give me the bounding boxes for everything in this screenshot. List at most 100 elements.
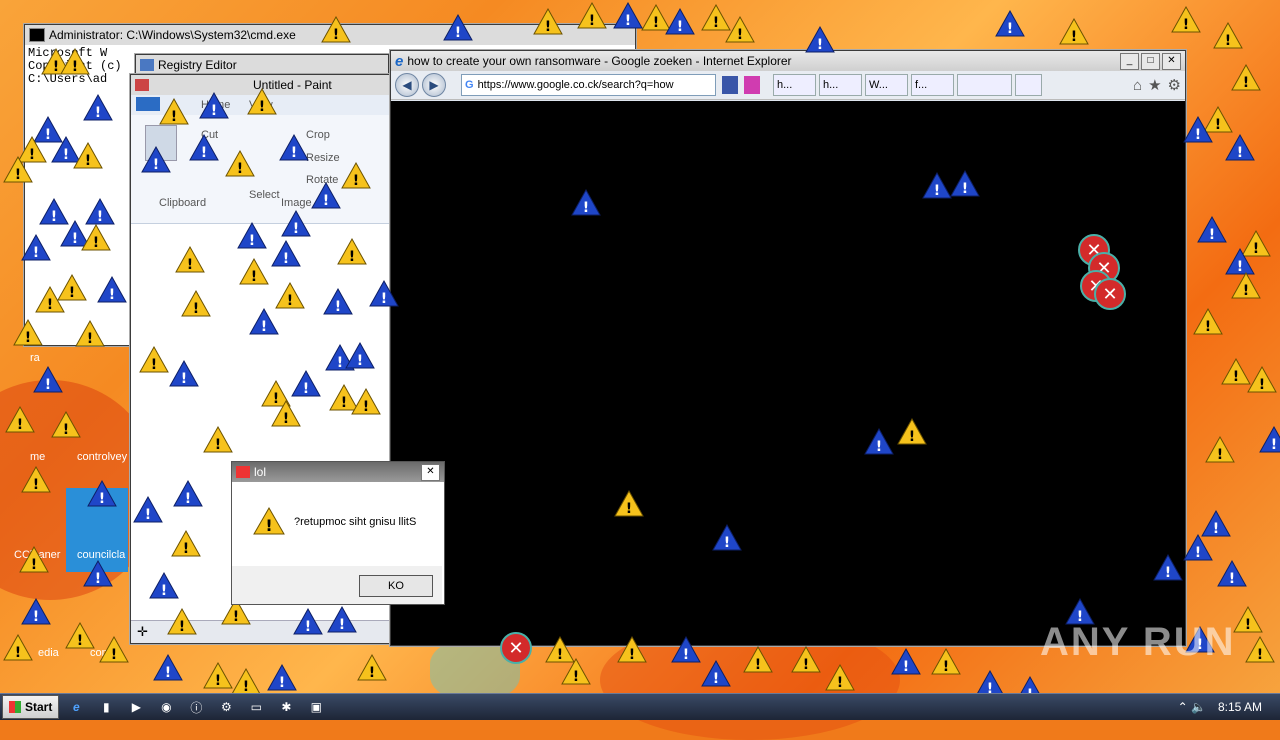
- ie-titlebar[interactable]: e how to create your own ransomware - Go…: [391, 51, 1185, 71]
- taskbar-cmd-icon[interactable]: ▭: [243, 696, 269, 718]
- svg-text:!: !: [283, 411, 289, 427]
- svg-text:!: !: [545, 19, 551, 35]
- svg-text:!: !: [1257, 647, 1263, 663]
- warning-icon: !: [443, 14, 473, 41]
- browser-tab-active[interactable]: [957, 74, 1012, 96]
- maximize-button[interactable]: □: [1141, 52, 1160, 70]
- warning-icon: !: [1245, 636, 1275, 663]
- warning-icon: !: [83, 94, 113, 121]
- warning-icon: !: [561, 658, 591, 685]
- warning-icon: !: [51, 411, 81, 438]
- dialog-titlebar[interactable]: lol ✕: [232, 462, 444, 482]
- clock[interactable]: 8:15 AM: [1218, 700, 1262, 714]
- browser-tab[interactable]: h...: [819, 74, 862, 96]
- forward-button[interactable]: ▶: [422, 73, 446, 97]
- dialog-app-icon: [236, 466, 250, 478]
- google-icon: G: [465, 79, 474, 91]
- tab-label: W...: [869, 79, 888, 91]
- error-icon: ✕: [1094, 278, 1126, 310]
- svg-text:!: !: [903, 659, 909, 675]
- warning-icon: !: [1059, 18, 1089, 45]
- taskbar-ie-icon[interactable]: e: [63, 696, 89, 718]
- warning-icon: !: [203, 662, 233, 689]
- warning-icon: !: [337, 238, 367, 265]
- new-tab-button[interactable]: [1015, 74, 1042, 96]
- ok-button-label: KO: [388, 580, 404, 592]
- warning-icon: !: [271, 240, 301, 267]
- svg-text:!: !: [1209, 227, 1215, 243]
- back-button[interactable]: ◀: [395, 73, 419, 97]
- warning-icon: !: [35, 286, 65, 313]
- svg-text:!: !: [45, 377, 51, 393]
- dialog-close-button[interactable]: ✕: [421, 463, 440, 481]
- cursor-position-icon: ✛: [137, 624, 148, 639]
- home-icon[interactable]: ⌂: [1133, 77, 1142, 94]
- taskbar-chrome-icon[interactable]: ◉: [153, 696, 179, 718]
- paint-select[interactable]: Select: [249, 189, 280, 201]
- warning-icon: !: [225, 150, 255, 177]
- favorites-star-icon[interactable]: ★: [1148, 76, 1161, 94]
- warning-icon: !: [351, 388, 381, 415]
- svg-text:!: !: [934, 183, 940, 199]
- desktop-icon-label[interactable]: controlvey: [77, 451, 127, 463]
- svg-text:!: !: [1195, 127, 1201, 143]
- svg-text:!: !: [95, 105, 101, 121]
- desktop-icon-label[interactable]: ra: [30, 352, 40, 364]
- lol-dialog[interactable]: lol ✕ ! ?retupmoc siht gnisu llitS KO: [231, 461, 445, 605]
- start-button[interactable]: Start: [2, 695, 60, 719]
- settings-gear-icon[interactable]: ⚙: [1168, 76, 1181, 94]
- taskbar-explorer-icon[interactable]: ▮: [93, 696, 119, 718]
- address-text: https://www.google.co.ck/search?q=how: [477, 79, 674, 91]
- taskbar-app-icon[interactable]: ✱: [273, 696, 299, 718]
- paint-file-button[interactable]: [136, 97, 160, 111]
- svg-text:!: !: [683, 647, 689, 663]
- warning-icon: !: [1193, 308, 1223, 335]
- browser-tab[interactable]: h...: [773, 74, 816, 96]
- warning-icon: !: [181, 290, 211, 317]
- taskbar-regedit-icon[interactable]: ⚙: [213, 696, 239, 718]
- svg-text:!: !: [171, 109, 177, 125]
- svg-text:!: !: [283, 251, 289, 267]
- regedit-title: Registry Editor: [158, 58, 237, 72]
- svg-text:!: !: [33, 609, 39, 625]
- warning-icon: !: [249, 308, 279, 335]
- svg-text:!: !: [279, 675, 285, 691]
- svg-text:✕: ✕: [1102, 284, 1117, 305]
- svg-text:!: !: [625, 13, 631, 29]
- svg-text:!: !: [111, 647, 117, 663]
- tray-icons[interactable]: ⌃ 🔈: [1178, 700, 1206, 714]
- minimize-button[interactable]: _: [1120, 52, 1139, 70]
- go-arrow-icon[interactable]: [744, 76, 760, 94]
- browser-tab[interactable]: W...: [865, 74, 908, 96]
- paint-crop[interactable]: Crop: [306, 129, 330, 141]
- paint-app-icon: [135, 79, 149, 91]
- ie-content-area[interactable]: [391, 101, 1185, 645]
- svg-text:!: !: [51, 209, 57, 225]
- taskbar-paint-icon[interactable]: ▣: [303, 696, 329, 718]
- taskbar-media-icon[interactable]: ▶: [123, 696, 149, 718]
- ie-window[interactable]: e how to create your own ransomware - Go…: [390, 50, 1186, 646]
- warning-icon: !: [97, 276, 127, 303]
- warning-icon: !: [167, 608, 197, 635]
- ok-button[interactable]: KO: [359, 575, 433, 597]
- desktop-icon-label[interactable]: edia: [38, 647, 59, 659]
- taskbar-app-icon[interactable]: ⓘ: [183, 696, 209, 718]
- svg-text:!: !: [99, 491, 105, 507]
- lock-icon[interactable]: [722, 76, 738, 94]
- warning-icon: !: [341, 162, 371, 189]
- warning-icon: !: [825, 664, 855, 691]
- svg-text:!: !: [93, 235, 99, 251]
- browser-tab[interactable]: f...: [911, 74, 954, 96]
- svg-text:!: !: [85, 153, 91, 169]
- address-bar[interactable]: G https://www.google.co.ck/search?q=how: [461, 74, 716, 96]
- svg-text:!: !: [161, 583, 167, 599]
- regedit-titlebar[interactable]: Registry Editor: [136, 55, 388, 75]
- warning-icon: !: [864, 428, 894, 455]
- paint-resize[interactable]: Resize: [306, 152, 340, 164]
- close-button[interactable]: ✕: [1162, 52, 1181, 70]
- svg-text:!: !: [589, 13, 595, 29]
- warning-icon: !: [21, 598, 51, 625]
- warning-icon: !: [1233, 606, 1263, 633]
- desktop-icon-label[interactable]: me: [30, 451, 45, 463]
- warning-icon: !: [73, 142, 103, 169]
